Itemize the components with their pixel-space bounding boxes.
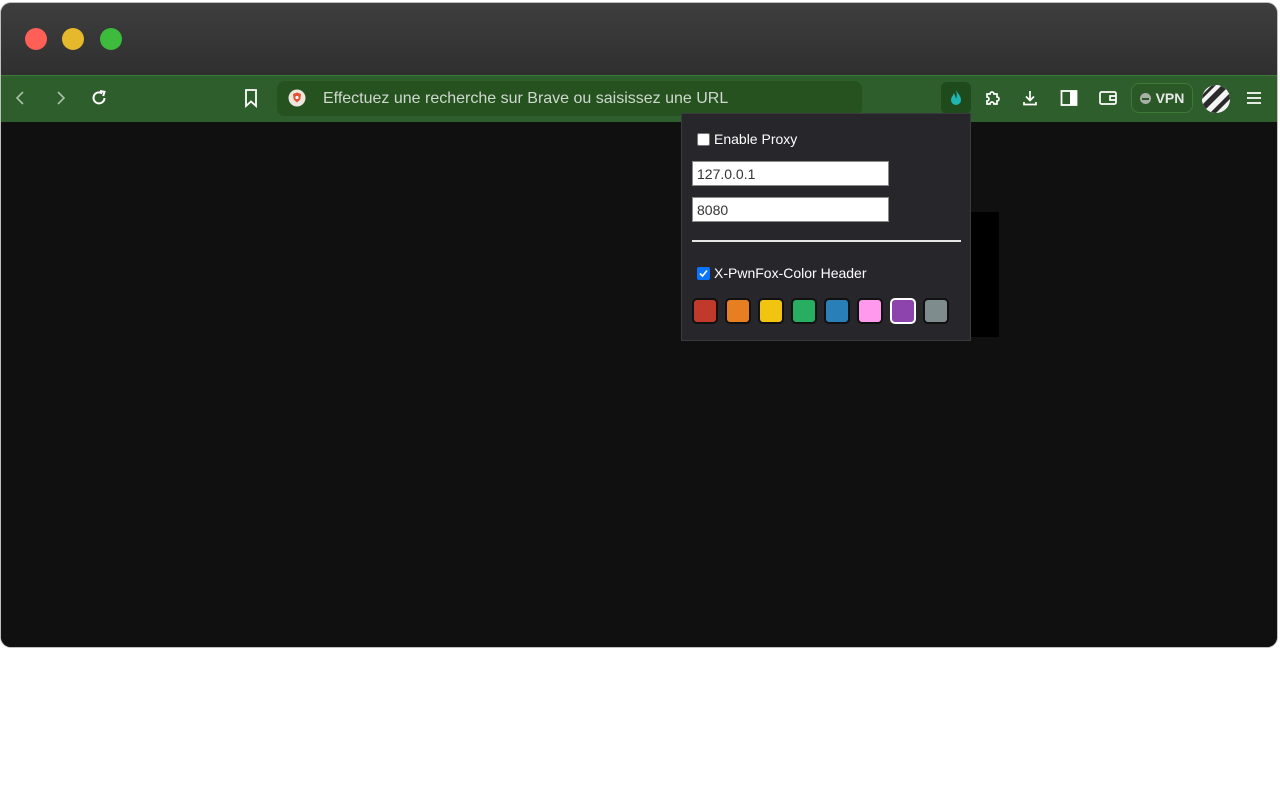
sidebar-icon [1060, 90, 1078, 106]
proxy-host-input[interactable] [692, 161, 889, 186]
extensions-button[interactable] [979, 84, 1007, 112]
reload-button[interactable] [85, 84, 113, 112]
color-swatch-green[interactable] [791, 298, 817, 324]
back-button[interactable] [7, 84, 35, 112]
bookmark-button[interactable] [237, 84, 265, 112]
color-swatch-blue[interactable] [824, 298, 850, 324]
hamburger-icon [1247, 92, 1261, 104]
sidebar-toggle-button[interactable] [1055, 84, 1083, 112]
title-bar [1, 3, 1277, 75]
address-bar[interactable]: Effectuez une recherche sur Brave ou sai… [277, 81, 862, 116]
vpn-button[interactable]: VPN [1131, 83, 1193, 113]
color-swatch-pink[interactable] [857, 298, 883, 324]
color-swatch-grey[interactable] [923, 298, 949, 324]
enable-proxy-checkbox[interactable] [697, 132, 710, 146]
popup-shadow-panel [968, 212, 999, 337]
divider [692, 240, 961, 242]
chevron-left-icon [15, 91, 24, 105]
vpn-label: VPN [1155, 90, 1185, 106]
browser-window: Effectuez une recherche sur Brave ou sai… [1, 3, 1277, 647]
forward-button[interactable] [46, 84, 74, 112]
browser-toolbar: Effectuez une recherche sur Brave ou sai… [1, 75, 1277, 123]
puzzle-icon [986, 91, 1000, 105]
reload-icon [92, 90, 106, 105]
proxy-port-input[interactable] [692, 197, 889, 222]
close-window-button[interactable] [25, 28, 47, 50]
address-placeholder: Effectuez une recherche sur Brave ou sai… [323, 90, 729, 107]
pwnfox-popup: Enable Proxy X-PwnFox-Color Header [681, 113, 971, 341]
color-swatches [692, 298, 949, 324]
wallet-icon [1099, 91, 1117, 105]
wallet-button[interactable] [1094, 84, 1122, 112]
color-swatch-purple[interactable] [890, 298, 916, 324]
profile-avatar[interactable] [1202, 85, 1230, 113]
minimize-window-button[interactable] [62, 28, 84, 50]
checkmark-icon [699, 269, 708, 277]
color-swatch-red[interactable] [692, 298, 718, 324]
profile-stripes-icon [1202, 85, 1230, 113]
maximize-window-button[interactable] [100, 28, 122, 50]
color-header-label: X-PwnFox-Color Header [714, 265, 867, 281]
color-swatch-yellow[interactable] [758, 298, 784, 324]
enable-proxy-row[interactable]: Enable Proxy [697, 131, 797, 147]
chevron-right-icon [57, 91, 66, 105]
enable-proxy-label: Enable Proxy [714, 131, 798, 147]
download-icon [1023, 91, 1037, 106]
downloads-button[interactable] [1016, 84, 1044, 112]
pwnfox-icon [951, 90, 961, 105]
color-header-checkbox[interactable] [697, 266, 710, 280]
color-swatch-orange[interactable] [725, 298, 751, 324]
vpn-status-icon [1139, 92, 1151, 104]
color-header-row[interactable]: X-PwnFox-Color Header [697, 265, 867, 281]
bookmark-icon [245, 89, 257, 108]
page-content [1, 122, 1277, 647]
brave-shield-icon[interactable] [288, 89, 306, 107]
pwnfox-extension-button[interactable] [941, 82, 971, 114]
main-menu-button[interactable] [1240, 84, 1268, 112]
